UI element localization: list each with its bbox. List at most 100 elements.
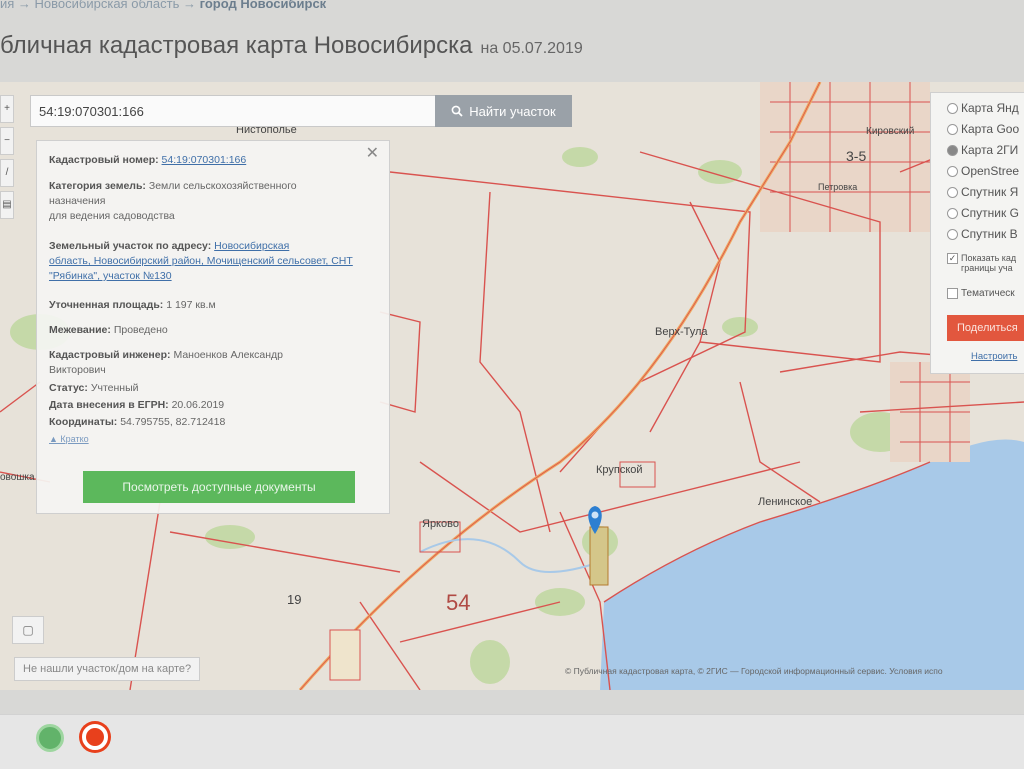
radio-icon[interactable] xyxy=(947,207,958,219)
radio-icon[interactable] xyxy=(947,123,958,135)
engineer-row: Кадастровый инженер: Маноенков Александр… xyxy=(49,348,369,378)
layer-option[interactable]: Карта Goo xyxy=(947,122,1019,136)
map-label-novoshka: овошка xyxy=(0,472,35,483)
map-label-district: 3-5 xyxy=(846,148,867,164)
collapse-row: ▲ Кратко xyxy=(49,432,369,447)
breadcrumb: ия → Новосибирская область → город Новос… xyxy=(0,0,326,11)
address-link-2[interactable]: область, Новосибирский район, Мочищенски… xyxy=(49,255,353,267)
settings-link[interactable]: Настроить xyxy=(971,351,1017,362)
taskbar-app-icon[interactable] xyxy=(36,724,64,752)
layer-option-label: Спутник B xyxy=(961,227,1018,241)
page-title: бличная кадастровая карта Новосибирска xyxy=(0,32,473,59)
cadastral-link[interactable]: 54:19:070301:166 xyxy=(162,154,247,166)
zoom-in-icon[interactable]: + xyxy=(0,95,14,123)
forest-patch xyxy=(470,640,510,684)
collapse-toggle[interactable]: ▲ Кратко xyxy=(49,434,89,444)
coords-row: Координаты: 54.795755, 82.712418 xyxy=(49,415,369,430)
show-boundaries-line-1: Показать кад xyxy=(961,253,1017,263)
search-input[interactable] xyxy=(30,95,438,127)
radio-icon[interactable] xyxy=(947,165,958,177)
status-label: Статус: xyxy=(49,382,88,394)
status-value: Учтенный xyxy=(90,382,139,394)
radio-icon[interactable] xyxy=(947,228,958,240)
engineer-value-2: Викторович xyxy=(49,364,106,376)
page-date: на 05.07.2019 xyxy=(480,40,583,57)
village-block xyxy=(329,629,361,681)
coords-value: 54.795755, 82.712418 xyxy=(120,416,226,428)
usage-value: для ведения садоводства xyxy=(49,210,175,222)
breadcrumb-city: город Новосибирск xyxy=(199,0,327,11)
fullscreen-icon[interactable]: ▢ xyxy=(12,616,44,644)
view-documents-button[interactable]: Посмотреть доступные документы xyxy=(83,471,355,503)
plot-info-panel: ✕ Кадастровый номер: 54:19:070301:166 Ка… xyxy=(36,140,390,514)
cadastral-row: Кадастровый номер: 54:19:070301:166 xyxy=(49,153,369,168)
share-button[interactable]: Поделиться xyxy=(947,315,1024,341)
layer-option[interactable]: Карта Янд xyxy=(947,101,1019,115)
engineer-label: Кадастровый инженер: xyxy=(49,349,171,361)
area-value: 1 197 кв.м xyxy=(166,299,216,311)
address-link-3[interactable]: "Рябинка", участок №130 xyxy=(49,270,172,282)
thematic-label: Тематическ xyxy=(961,288,1015,299)
breadcrumb-prefix[interactable]: ия → xyxy=(0,0,31,11)
coords-label: Координаты: xyxy=(49,416,118,428)
layer-option[interactable]: Спутник G xyxy=(947,206,1019,220)
area-label: Уточненная площадь: xyxy=(49,299,164,311)
survey-row: Межевание: Проведено xyxy=(49,323,369,338)
layer-option-label: Спутник G xyxy=(961,206,1019,220)
zoom-out-icon[interactable]: − xyxy=(0,127,14,155)
layer-option-label: Карта Янд xyxy=(961,101,1019,115)
address-link-1[interactable]: Новосибирская xyxy=(214,240,289,252)
search-icon xyxy=(451,105,463,117)
map-label-kirovsky: Кировский xyxy=(866,126,915,137)
layer-option[interactable]: Спутник Я xyxy=(947,185,1018,199)
category-value: Земли сельскохозяйственного xyxy=(148,180,297,192)
ruler-icon[interactable]: / xyxy=(0,159,14,187)
map-label-petrovka: Петровка xyxy=(818,182,858,192)
layer-option[interactable]: Карта 2ГИ xyxy=(947,143,1018,157)
map-label-verkh-tula: Верх-Тула xyxy=(655,326,708,338)
find-plot-label: Найти участок xyxy=(469,103,556,119)
radio-selected-icon[interactable] xyxy=(947,144,958,156)
show-boundaries-label: Показать кад границы уча xyxy=(961,253,1016,273)
find-plot-button[interactable]: Найти участок xyxy=(435,95,572,127)
map-label-region-19: 19 xyxy=(287,592,302,607)
egrn-label: Дата внесения в ЕГРН: xyxy=(49,399,169,411)
layer-option-label: Карта 2ГИ xyxy=(961,143,1019,157)
search-bar xyxy=(30,95,438,127)
cadastral-label: Кадастровый номер: xyxy=(49,154,159,166)
layer-option-label: Спутник Я xyxy=(961,185,1019,199)
forest-patch xyxy=(562,147,598,167)
status-row: Статус: Учтенный xyxy=(49,381,369,396)
city-area xyxy=(760,82,930,232)
address-label: Земельный участок по адресу: xyxy=(49,240,212,252)
show-boundaries-option[interactable]: ✓ Показать кад границы уча xyxy=(947,253,1016,273)
egrn-value: 20.06.2019 xyxy=(171,399,225,411)
area-row: Уточненная площадь: 1 197 кв.м xyxy=(49,298,369,313)
print-icon[interactable]: ▤ xyxy=(0,191,14,219)
map-tools: + − / ▤ xyxy=(0,95,14,223)
map-label-yarkovo: Ярково xyxy=(422,518,459,530)
category-row: Категория земель: Земли сельскохозяйстве… xyxy=(49,179,369,224)
snt-plot xyxy=(589,526,609,586)
survey-value: Проведено xyxy=(113,324,168,336)
radio-icon[interactable] xyxy=(947,102,958,114)
layer-option[interactable]: Спутник B xyxy=(947,227,1018,241)
map-label-leninskoe: Ленинское xyxy=(758,496,813,508)
not-found-button[interactable]: Не нашли участок/дом на карте? xyxy=(14,657,201,681)
checkbox-checked-icon[interactable]: ✓ xyxy=(947,253,958,264)
radio-icon[interactable] xyxy=(947,186,958,198)
layer-option[interactable]: OpenStree xyxy=(947,164,1019,178)
engineer-value: Маноенков Александр xyxy=(173,349,284,361)
egrn-row: Дата внесения в ЕГРН: 20.06.2019 xyxy=(49,398,369,413)
breadcrumb-region[interactable]: Новосибирская область → xyxy=(35,0,196,11)
page-header: бличная кадастровая карта Новосибирска на… xyxy=(0,32,583,72)
survey-label: Межевание: xyxy=(49,324,111,336)
opera-browser-icon[interactable] xyxy=(82,724,108,750)
address-row: Земельный участок по адресу: Новосибирск… xyxy=(49,239,369,284)
checkbox-icon[interactable] xyxy=(947,288,958,299)
map-attribution: © Публичная кадастровая карта, © 2ГИС — … xyxy=(565,666,943,676)
thematic-option[interactable]: Тематическ xyxy=(947,288,1015,299)
layer-option-label: OpenStree xyxy=(961,164,1020,178)
layer-option-label: Карта Goo xyxy=(961,122,1020,136)
category-value-2: назначения xyxy=(49,195,106,207)
